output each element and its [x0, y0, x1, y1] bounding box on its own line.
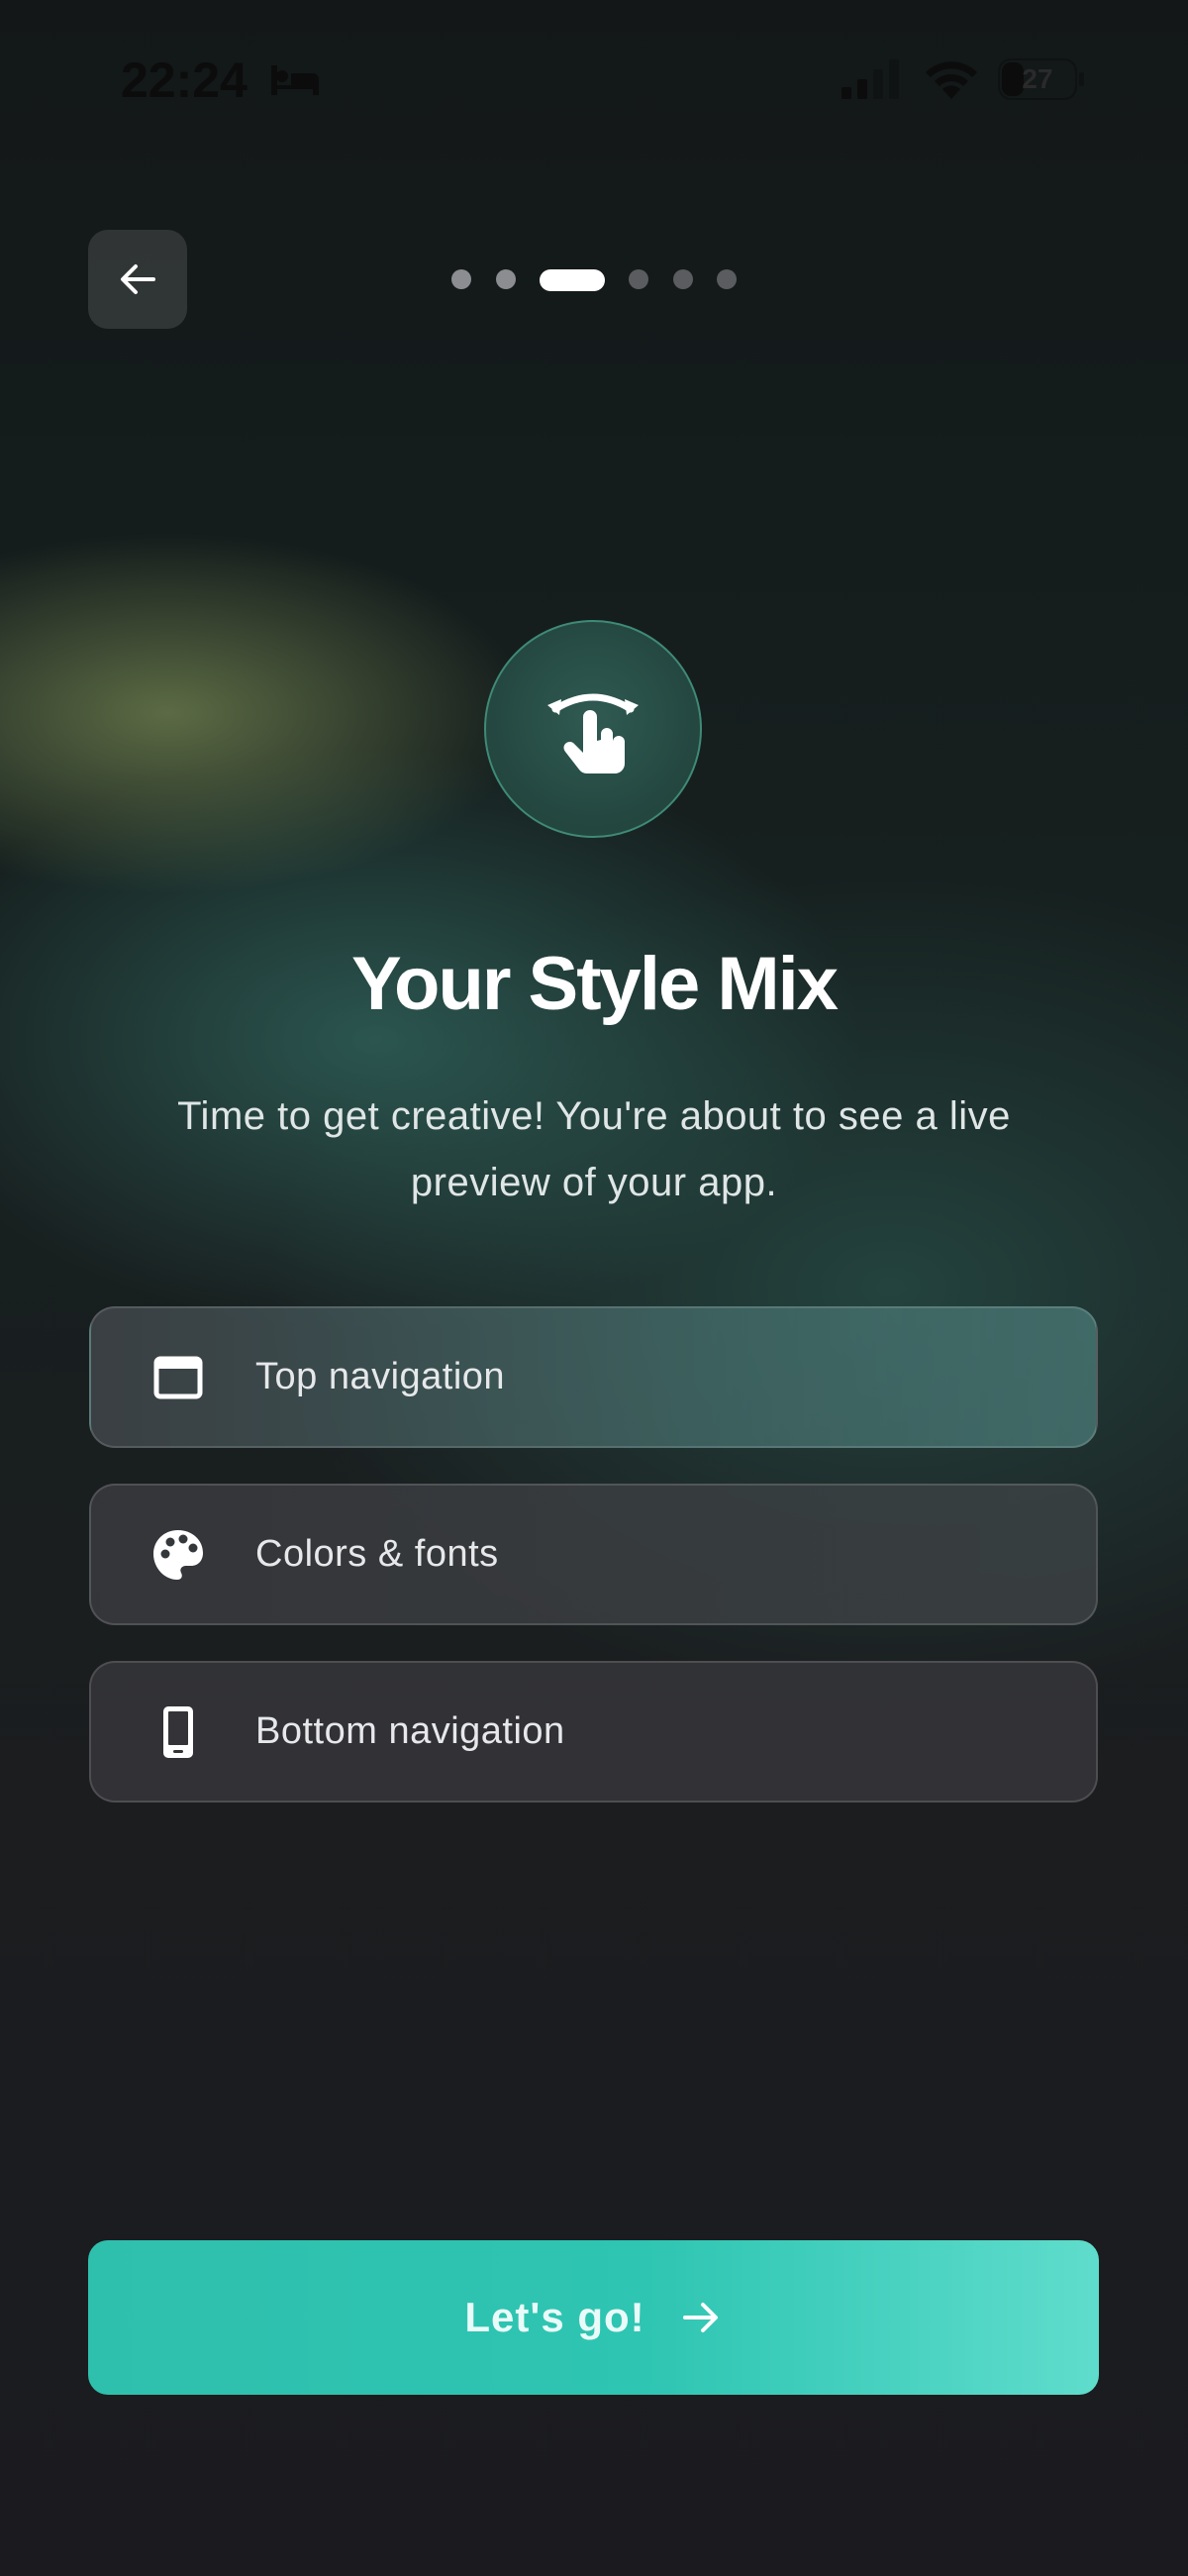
bed-icon	[271, 65, 319, 95]
option-label: Bottom navigation	[255, 1710, 565, 1752]
arrow-right-icon	[679, 2296, 723, 2339]
progress-indicator	[0, 267, 1188, 291]
option-colors-fonts[interactable]: Colors & fonts	[89, 1484, 1098, 1625]
battery-level: 27	[1022, 63, 1053, 94]
option-label: Top navigation	[255, 1356, 506, 1397]
smartphone-icon	[148, 1702, 208, 1762]
background-gradient	[0, 0, 1188, 2576]
lets-go-label: Let's go!	[464, 2294, 645, 2340]
progress-dot	[496, 269, 516, 289]
signal-icon	[842, 59, 899, 99]
progress-dot	[629, 269, 648, 289]
page-subtitle: Time to get creative! You're about to se…	[177, 1094, 1011, 1204]
swipe-gesture-icon	[547, 693, 639, 773]
browser-window-icon	[148, 1348, 208, 1407]
option-top-navigation[interactable]: Top navigation	[89, 1306, 1098, 1448]
progress-dot	[673, 269, 693, 289]
wifi-icon	[926, 61, 977, 99]
status-bar: 22:24 27	[0, 0, 1188, 158]
hero-icon-circle	[484, 620, 702, 838]
status-time: 22:24	[121, 52, 248, 108]
palette-icon	[148, 1525, 208, 1585]
page-title: Your Style Mix	[350, 942, 839, 1026]
option-bottom-navigation[interactable]: Bottom navigation	[89, 1661, 1098, 1803]
lets-go-button[interactable]: Let's go!	[88, 2240, 1099, 2395]
progress-dot	[717, 269, 737, 289]
progress-dot-active	[540, 269, 605, 291]
option-label: Colors & fonts	[255, 1533, 499, 1575]
progress-dot	[451, 269, 471, 289]
